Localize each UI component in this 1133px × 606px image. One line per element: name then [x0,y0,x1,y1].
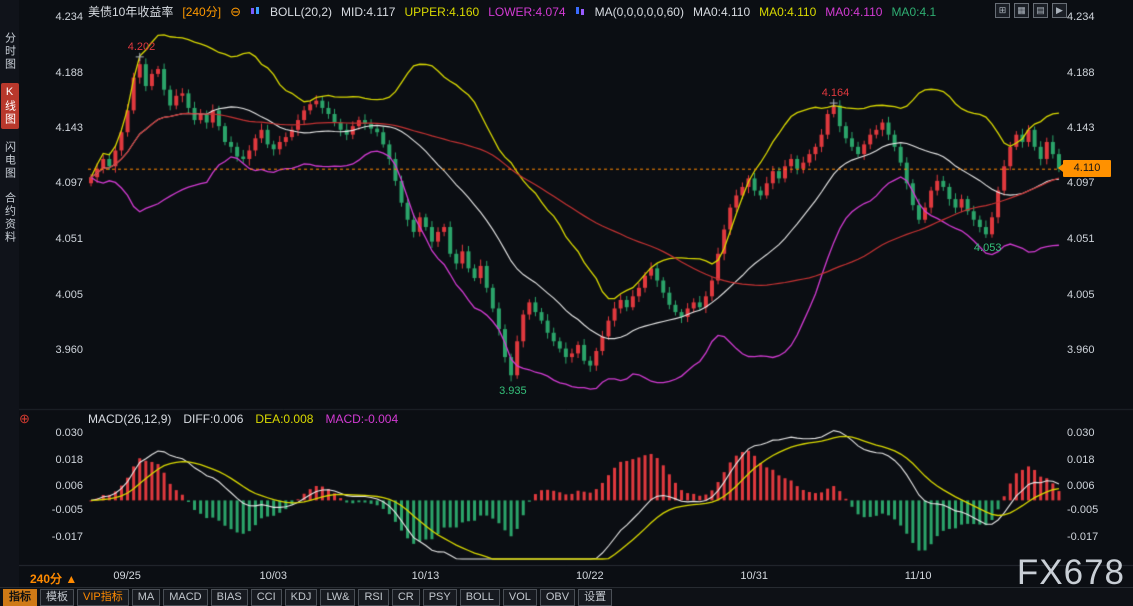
price-annotation: 4.053 [974,242,1002,254]
indicator-panel-toggle-icon[interactable]: ⊕ [19,411,30,427]
ma-label: MA(0,0,0,0,0,60) [595,5,684,19]
ma0-value-4: MA0:4.1 [891,5,936,19]
toolbar-tab-OBV[interactable]: OBV [540,589,575,606]
chart-header: 美债10年收益率 [240分] ⊖ BOLL(20,2) MID:4.117 U… [88,3,936,20]
date-tick-label: 10/13 [412,570,440,582]
brand-watermark: FX678 [1017,553,1125,593]
time-axis: 240分 ▲ 09/25 10/03 10/13 10/22 10/31 11/10 [0,565,1133,586]
price-axis-label: 4.005 [55,289,83,301]
macd-axis-label: -0.005 [1067,504,1098,516]
macd-axis-label: -0.005 [52,504,83,516]
macd-axis-label: 0.018 [1067,454,1095,466]
toolbar-tab-LW&[interactable]: LW& [320,589,355,606]
toolbar-tab-MA[interactable]: MA [132,589,161,606]
date-tick-label: 11/10 [905,570,932,582]
date-tick-label: 09/25 [113,570,141,582]
macd-dea-value: DEA:0.008 [255,412,313,426]
macd-axis-label: -0.017 [1067,531,1098,543]
sidebar-item-chart[interactable]: 分时图 [2,32,18,71]
forward-icon[interactable]: ▶ [1052,3,1067,18]
list-layout-icon[interactable]: ▤ [1033,3,1048,18]
date-tick-label: 10/22 [576,570,604,582]
toolbar-tab-BOLL[interactable]: BOLL [460,589,500,606]
toolbar-tab-VOL[interactable]: VOL [503,589,537,606]
price-axis-label: 3.960 [55,344,83,356]
price-annotation: 4.164 [822,87,850,99]
toolbar-tab-设置[interactable]: 设置 [578,589,612,606]
toolbar-tab-BIAS[interactable]: BIAS [211,589,248,606]
toolbar-tab-CCI[interactable]: CCI [251,589,282,606]
chart-type-sidebar: 分时图 K线图闪电图合约资料 [0,0,19,606]
period-tag[interactable]: [240分] [182,3,221,20]
boll-label: BOLL(20,2) [270,5,332,19]
price-annotation: 4.202 [128,41,156,53]
boll-mid-value: MID:4.117 [341,5,395,19]
macd-macd-value: MACD:-0.004 [325,412,398,426]
period-selector[interactable]: 240分 ▲ [30,570,77,587]
macd-header: MACD(26,12,9) DIFF:0.006 DEA:0.008 MACD:… [88,412,398,426]
zoom-out-icon[interactable]: ⊖ [230,5,241,18]
boll-indicator-icon [250,6,261,17]
toolbar-tab-MACD[interactable]: MACD [163,589,207,606]
toolbar-tab-PSY[interactable]: PSY [423,589,457,606]
price-axis-label: 4.051 [55,233,83,245]
price-axis-label: 4.234 [55,11,83,23]
toolbar-tab-CR[interactable]: CR [392,589,420,606]
price-axis-label: 4.188 [55,67,83,79]
price-annotation: 3.935 [499,385,527,397]
boll-upper-value: UPPER:4.160 [404,5,479,19]
toolbar-tab-KDJ[interactable]: KDJ [285,589,318,606]
toolbar-tab-指标[interactable]: 指标 [3,589,37,606]
ma0-value-3: MA0:4.110 [825,5,882,19]
toolbar-tab-VIP指标[interactable]: VIP指标 [77,589,129,606]
price-axis-label: 4.143 [55,122,83,134]
sidebar-item-chart[interactable]: 合约资料 [2,192,18,244]
toolbar-tab-RSI[interactable]: RSI [358,589,388,606]
macd-diff-value: DIFF:0.006 [183,412,243,426]
boll-lower-value: LOWER:4.074 [488,5,565,19]
sidebar-item-chart[interactable]: 闪电图 [2,141,18,180]
toolbar-tab-模板[interactable]: 模板 [40,589,74,606]
price-axis-label: 4.005 [1067,289,1095,301]
macd-axis-label: -0.017 [52,531,83,543]
price-axis-label: 3.960 [1067,344,1095,356]
price-axis-label: 4.143 [1067,122,1095,134]
ma-indicator-icon [575,6,586,17]
sidebar-item-active[interactable]: K线图 [1,83,19,129]
price-axis-label: 4.188 [1067,67,1095,79]
macd-axis-label: 0.030 [1067,427,1095,439]
macd-axis-label: 0.018 [55,454,83,466]
current-price-badge: 4.110 [1063,160,1111,177]
price-axis-right: 4.234 4.188 4.143 4.097 4.051 4.005 3.960 0.030… [1064,0,1133,606]
symbol-title: 美债10年收益率 [88,3,173,20]
macd-axis-label: 0.030 [55,427,83,439]
price-axis-label: 4.097 [55,177,83,189]
indicator-toolbar: 指标模板VIP指标MAMACDBIASCCIKDJLW&RSICRPSYBOLL… [0,587,1133,606]
ma0-value-1: MA0:4.110 [693,5,750,19]
price-axis-label: 4.051 [1067,233,1095,245]
price-axis-label: 4.097 [1067,177,1095,189]
tile-windows-icon[interactable]: ▦ [1014,3,1029,18]
date-tick-label: 10/31 [740,570,768,582]
macd-label: MACD(26,12,9) [88,412,171,426]
add-window-icon[interactable]: ⊞ [995,3,1010,18]
candlestick-chart-canvas[interactable] [0,0,1133,606]
macd-axis-label: 0.006 [1067,480,1095,492]
date-tick-label: 10/03 [259,570,287,582]
ma0-value-2: MA0:4.110 [759,5,816,19]
window-layout-icons: ⊞ ▦ ▤ ▶ [995,3,1067,18]
macd-axis-label: 0.006 [55,480,83,492]
price-axis-label: 4.234 [1067,11,1095,23]
